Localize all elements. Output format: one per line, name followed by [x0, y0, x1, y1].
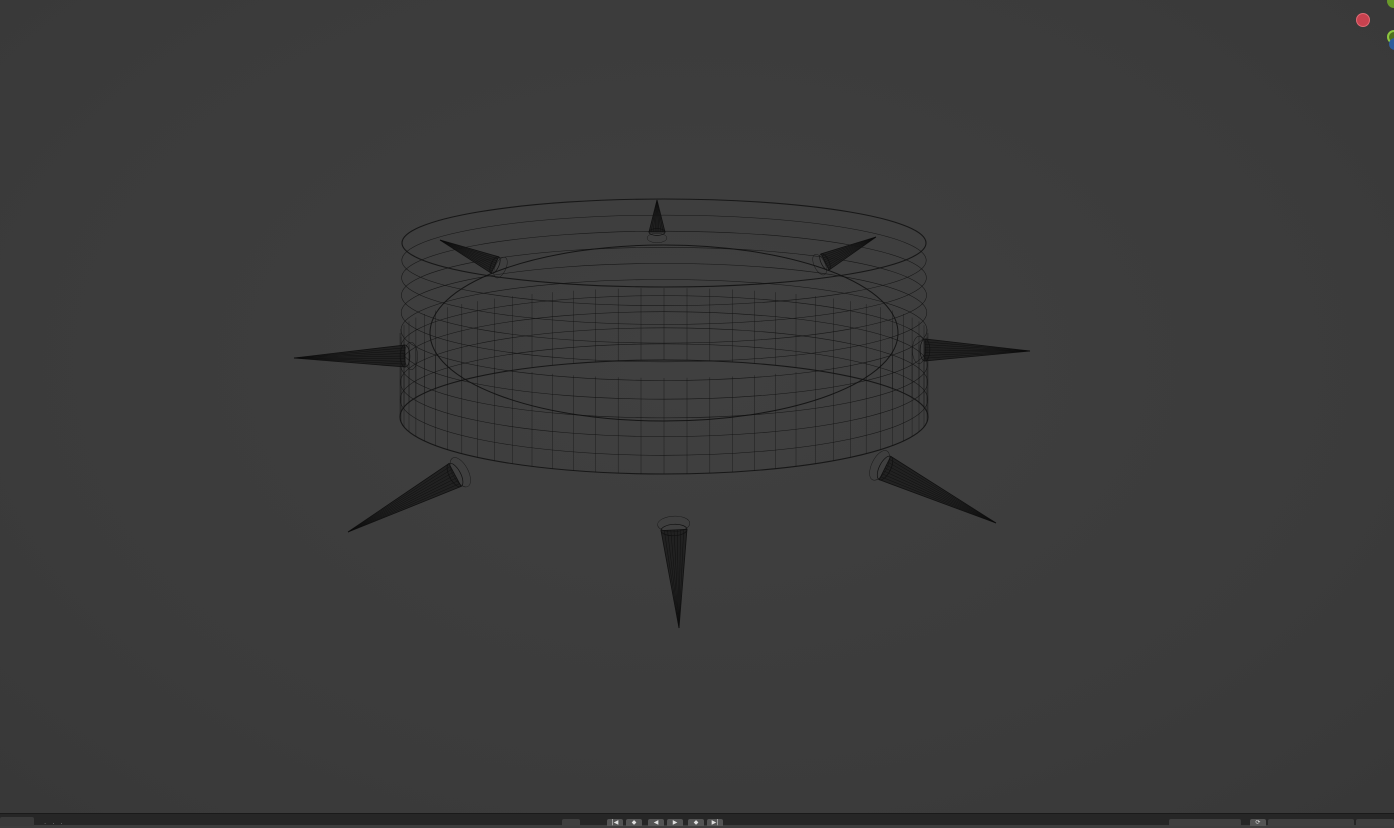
spike-front	[657, 515, 691, 629]
gizmo-x-axis-icon[interactable]	[1356, 13, 1370, 27]
spike-back	[646, 199, 668, 244]
spike-left	[293, 342, 418, 370]
timeline-bar: ··· |◀ ◆ ◀ ▶ ◆ ▶| ⟳	[0, 813, 1394, 828]
gizmo-z-axis-icon[interactable]	[1389, 38, 1394, 50]
spike-front-right	[869, 450, 997, 524]
collar-band	[399, 198, 929, 475]
3d-viewport[interactable]	[0, 0, 1394, 813]
wireframe-scene	[293, 198, 1031, 629]
timeline-menu-dots: ···	[44, 820, 69, 828]
spike-right	[912, 336, 1031, 364]
spike-front-left	[347, 457, 471, 533]
